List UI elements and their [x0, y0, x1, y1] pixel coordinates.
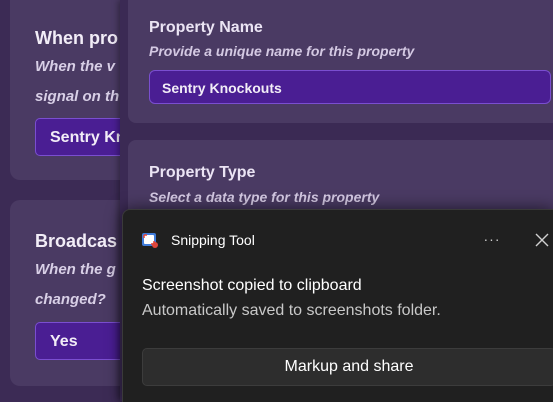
left-card-2-title: Broadcas — [35, 231, 118, 251]
markup-and-share-button[interactable]: Markup and share — [142, 348, 553, 386]
property-name-input[interactable]: Sentry Knockouts — [149, 70, 551, 104]
close-icon[interactable] — [531, 229, 553, 251]
snipping-tool-icon — [141, 231, 159, 249]
property-name-card: Property Name Provide a unique name for … — [128, 0, 553, 123]
left-card-1-title: When pro — [35, 28, 118, 48]
notification-body: Automatically saved to screenshots folde… — [142, 302, 441, 319]
property-type-title: Property Type — [149, 164, 256, 181]
more-options-icon[interactable]: ··· — [479, 226, 505, 252]
snipping-tool-notification[interactable]: Snipping Tool ··· Screenshot copied to c… — [122, 209, 553, 402]
notification-app-name: Snipping Tool — [171, 232, 255, 248]
property-name-subtitle: Provide a unique name for this property — [149, 43, 415, 59]
property-name-title: Property Name — [149, 19, 263, 36]
notification-heading: Screenshot copied to clipboard — [142, 277, 362, 294]
property-type-subtitle: Select a data type for this property — [149, 189, 380, 205]
